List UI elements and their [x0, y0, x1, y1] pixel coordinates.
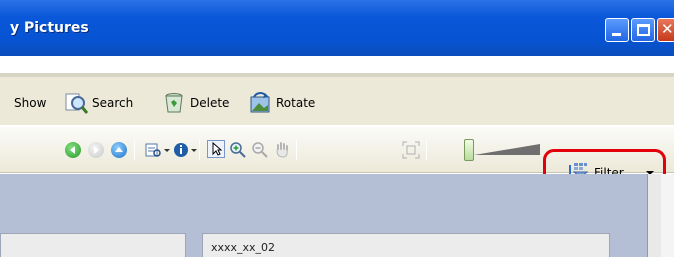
fit-to-window-icon[interactable]: [402, 141, 420, 159]
thumbnail-item[interactable]: xxxx_xx_02: [202, 233, 610, 257]
chevron-down-icon[interactable]: [191, 149, 197, 152]
separator: [199, 140, 200, 160]
window-title: y Pictures: [10, 20, 89, 36]
slideshow-button[interactable]: Show: [14, 91, 46, 115]
title-bar: y Pictures ✕: [0, 0, 674, 56]
hand-pan-icon[interactable]: [273, 141, 291, 159]
maximize-icon: [637, 24, 650, 36]
search-icon: [64, 92, 89, 114]
separator: [426, 140, 427, 160]
delete-label: Delete: [190, 96, 230, 110]
scrollbar[interactable]: [647, 174, 661, 257]
zoom-slider-track: [474, 144, 540, 155]
zoom-in-icon[interactable]: [229, 141, 247, 159]
up-icon[interactable]: [111, 142, 127, 158]
separator: [296, 140, 297, 160]
chevron-down-icon[interactable]: [164, 149, 170, 152]
info-icon[interactable]: [172, 141, 190, 159]
view-options-icon[interactable]: [144, 141, 162, 159]
minimize-icon: [612, 33, 621, 36]
close-icon: ✕: [661, 20, 674, 38]
forward-icon[interactable]: [88, 142, 104, 158]
separator: [134, 140, 135, 160]
thumbnail-caption: xxxx_xx_02: [211, 241, 276, 254]
search-label: Search: [92, 96, 134, 110]
back-icon[interactable]: [65, 142, 81, 158]
search-button[interactable]: Search: [64, 91, 133, 115]
maximize-button[interactable]: [631, 18, 655, 42]
recycle-bin-icon: [162, 92, 186, 114]
delete-button[interactable]: Delete: [162, 91, 229, 115]
slideshow-label: Show: [14, 96, 47, 110]
command-toolbar: Show Search Delete Rotate: [0, 74, 674, 126]
rotate-label: Rotate: [276, 96, 316, 110]
menu-bar: [0, 56, 674, 74]
thumbnail-item[interactable]: [0, 233, 186, 257]
minimize-button[interactable]: [605, 18, 629, 42]
select-pointer-icon[interactable]: [207, 140, 225, 158]
close-button[interactable]: ✕: [657, 18, 674, 42]
zoom-out-icon[interactable]: [251, 141, 269, 159]
rotate-button[interactable]: Rotate: [248, 91, 315, 115]
zoom-slider[interactable]: [464, 139, 474, 161]
rotate-icon: [248, 92, 272, 114]
